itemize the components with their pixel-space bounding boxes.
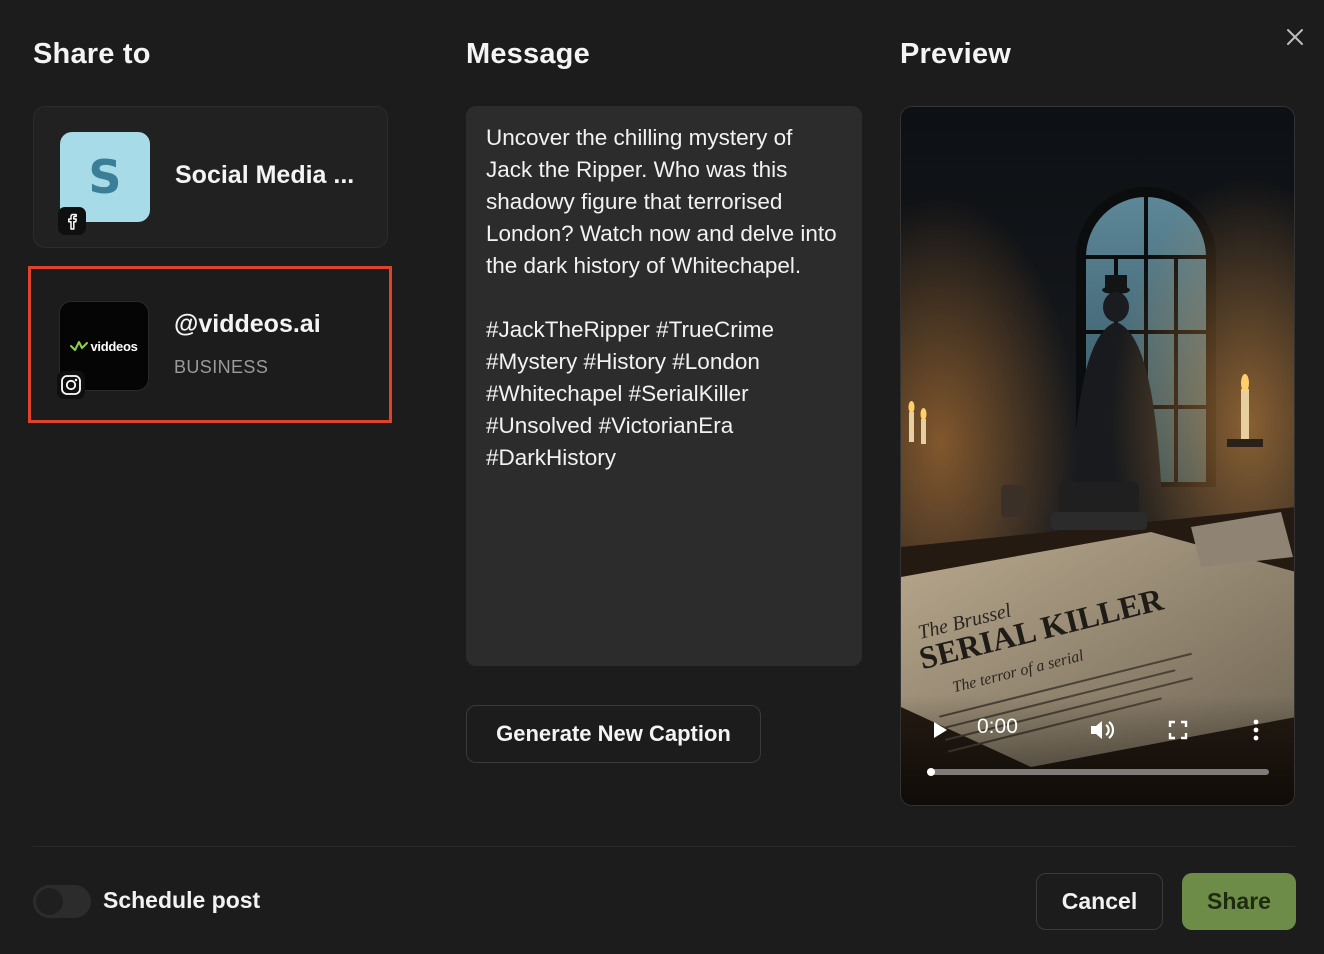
toggle-knob [36,888,63,915]
volume-icon [1091,721,1115,739]
share-to-heading: Share to [33,38,151,70]
video-controls [901,695,1294,805]
schedule-label: Schedule post [103,887,261,913]
progress-knob[interactable] [927,768,935,776]
facebook-icon [68,213,77,230]
more-vertical-icon [1253,719,1259,741]
account-name: @viddeos.ai [174,310,321,338]
avatar-logo-text: viddeos [90,338,138,354]
play-button[interactable] [925,715,955,745]
account-type: BUSINESS [174,357,269,377]
avatar-letter: S [88,150,122,204]
message-textarea[interactable]: Uncover the chilling mystery of Jack the… [466,106,862,666]
account-name: Social Media ... [175,161,355,189]
more-options-button[interactable] [1243,715,1269,745]
video-progress-bar[interactable] [927,768,1269,776]
share-button[interactable]: Share [1182,873,1296,930]
video-preview[interactable]: The Brussel SERIAL KILLER The terror of … [900,106,1295,806]
volume-button[interactable] [1085,714,1119,746]
generate-caption-button[interactable]: Generate New Caption [466,705,761,763]
message-heading: Message [466,38,590,70]
fullscreen-icon [1168,720,1188,740]
video-time: 0:00 [977,715,1018,738]
cancel-button[interactable]: Cancel [1036,873,1163,930]
account-card-instagram[interactable]: viddeos @viddeos.ai BUSINESS [33,268,388,420]
account-card-facebook[interactable]: S Social Media ... [33,106,388,248]
instagram-badge [57,371,85,399]
close-icon [1287,29,1303,45]
footer-divider [33,846,1295,847]
viddeos-logo-icon [70,341,89,351]
play-icon [934,722,947,738]
schedule-toggle[interactable] [33,885,91,918]
fullscreen-button[interactable] [1163,715,1193,745]
facebook-badge [58,207,86,235]
instagram-icon [61,375,81,395]
close-button[interactable] [1280,22,1310,52]
preview-heading: Preview [900,38,1012,70]
